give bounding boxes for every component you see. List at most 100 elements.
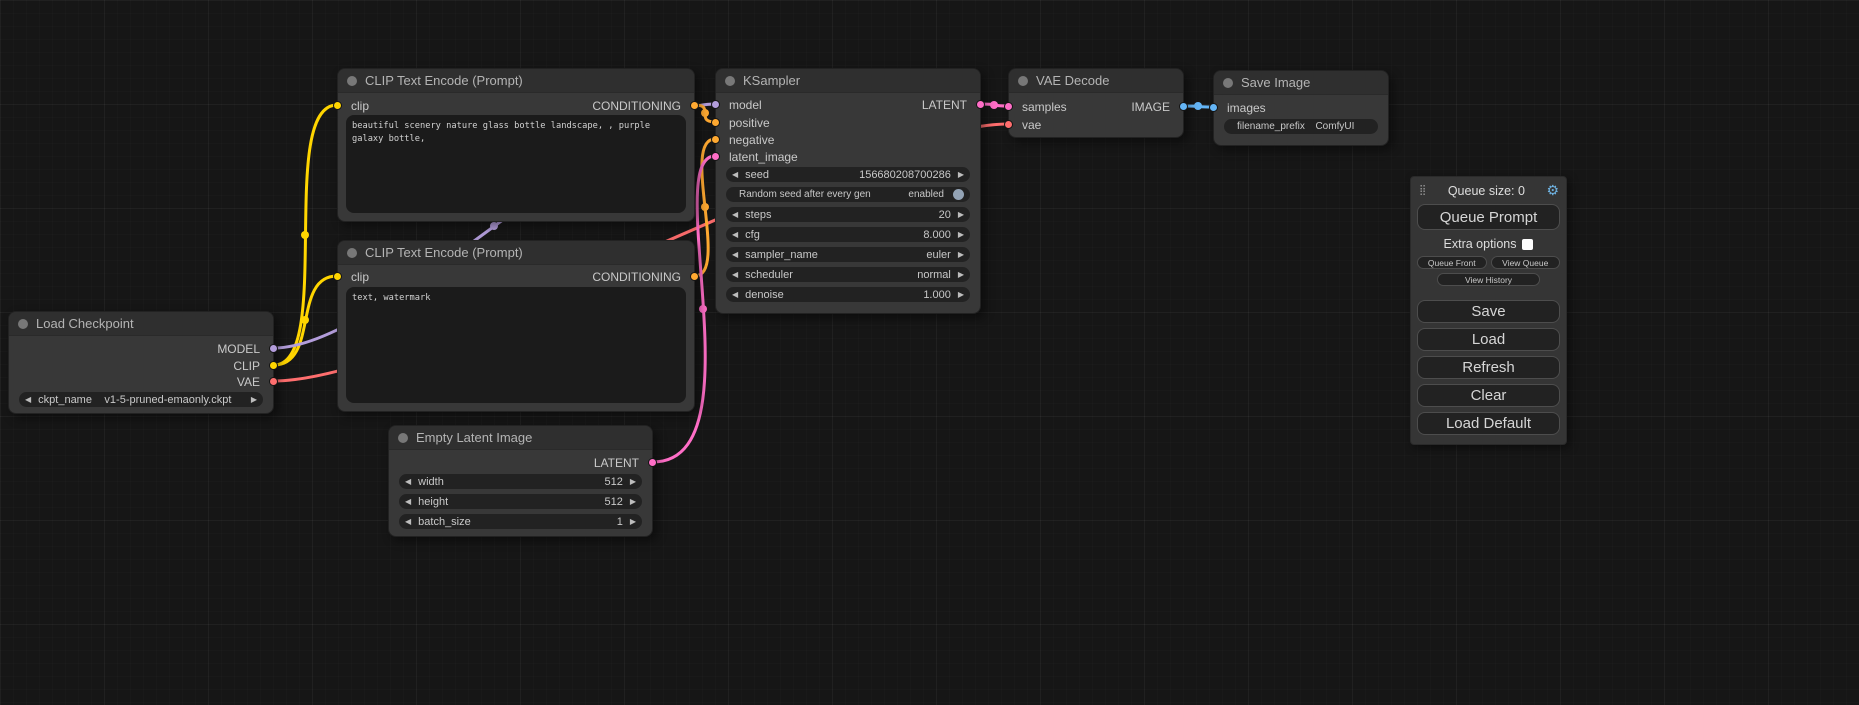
queue-prompt-button[interactable]: Queue Prompt [1417,204,1560,230]
cfg-widget[interactable]: ◀ cfg 8.000 ▶ [726,227,970,242]
clip-input-port[interactable] [333,101,342,110]
seed-widget[interactable]: ◀ seed 156680208700286 ▶ [726,167,970,182]
next-value-arrow-icon[interactable]: ▶ [251,392,257,407]
node-collapse-icon[interactable] [347,76,357,86]
widget-value: normal [917,269,951,281]
load-default-button[interactable]: Load Default [1417,412,1560,435]
node-clip-text-encode-positive[interactable]: CLIP Text Encode (Prompt) clip CONDITION… [337,68,695,222]
node-titlebar[interactable]: KSampler [716,69,980,93]
node-vae-decode[interactable]: VAE Decode samples vae IMAGE [1008,68,1184,138]
decrement-arrow-icon[interactable]: ◀ [732,207,738,222]
node-collapse-icon[interactable] [725,76,735,86]
latent-image-input-port[interactable] [711,152,720,161]
increment-arrow-icon[interactable]: ▶ [630,474,636,489]
node-ksampler[interactable]: KSampler model positive negative latent_… [715,68,981,314]
node-empty-latent-image[interactable]: Empty Latent Image LATENT ◀ width 512 ▶ … [388,425,653,537]
output-row-latent: LATENT [594,456,652,470]
settings-gear-icon[interactable]: ⚙ [1546,182,1559,199]
drag-handle-icon[interactable]: ⣿ [1419,185,1426,196]
output-label: LATENT [594,456,639,470]
widget-value: ComfyUI [1305,121,1365,132]
node-titlebar[interactable]: Save Image [1214,71,1388,95]
conditioning-output-port[interactable] [690,272,699,281]
link-midpoint-dot [1194,102,1202,110]
prev-value-arrow-icon[interactable]: ◀ [25,392,31,407]
graph-canvas[interactable]: Load Checkpoint MODEL CLIP VAE ◀ ckpt_na… [0,0,1859,705]
view-history-button[interactable]: View History [1437,273,1540,286]
node-load-checkpoint[interactable]: Load Checkpoint MODEL CLIP VAE ◀ ckpt_na… [8,311,274,414]
increment-arrow-icon[interactable]: ▶ [630,514,636,529]
node-titlebar[interactable]: CLIP Text Encode (Prompt) [338,241,694,265]
next-value-arrow-icon[interactable]: ▶ [958,267,964,282]
clear-button[interactable]: Clear [1417,384,1560,407]
node-collapse-icon[interactable] [347,248,357,258]
node-titlebar[interactable]: Load Checkpoint [9,312,273,336]
conditioning-output-port[interactable] [690,101,699,110]
decrement-arrow-icon[interactable]: ◀ [732,227,738,242]
decrement-arrow-icon[interactable]: ◀ [405,514,411,529]
filename-prefix-widget[interactable]: filename_prefix ComfyUI [1224,119,1378,134]
output-row-conditioning: CONDITIONING [592,99,694,113]
toggle-knob-icon[interactable] [953,189,964,200]
extra-options-checkbox[interactable] [1522,239,1533,250]
load-button[interactable]: Load [1417,328,1560,351]
refresh-button[interactable]: Refresh [1417,356,1560,379]
prev-value-arrow-icon[interactable]: ◀ [732,247,738,262]
sampler-name-widget[interactable]: ◀ sampler_name euler ▶ [726,247,970,262]
negative-input-port[interactable] [711,135,720,144]
width-widget[interactable]: ◀ width 512 ▶ [399,474,642,489]
denoise-widget[interactable]: ◀ denoise 1.000 ▶ [726,287,970,302]
widget-value: euler [926,249,950,261]
node-titlebar[interactable]: CLIP Text Encode (Prompt) [338,69,694,93]
positive-input-port[interactable] [711,118,720,127]
node-collapse-icon[interactable] [1223,78,1233,88]
image-output-port[interactable] [1179,102,1188,111]
latent-output-port[interactable] [648,458,657,467]
ckpt-name-widget[interactable]: ◀ ckpt_name v1-5-pruned-emaonly.ckpt ▶ [19,392,263,407]
node-titlebar[interactable]: Empty Latent Image [389,426,652,450]
menu-header: ⣿ Queue size: 0 ⚙ [1417,181,1560,200]
model-output-port[interactable] [269,344,278,353]
input-row-model: model [716,98,762,112]
node-collapse-icon[interactable] [398,433,408,443]
increment-arrow-icon[interactable]: ▶ [630,494,636,509]
decrement-arrow-icon[interactable]: ◀ [405,474,411,489]
random-seed-toggle-widget[interactable]: Random seed after every gen enabled [726,187,970,202]
widget-value: 512 [604,476,622,488]
increment-arrow-icon[interactable]: ▶ [958,227,964,242]
model-input-port[interactable] [711,100,720,109]
queue-front-button[interactable]: Queue Front [1417,256,1487,269]
next-value-arrow-icon[interactable]: ▶ [958,247,964,262]
batch-size-widget[interactable]: ◀ batch_size 1 ▶ [399,514,642,529]
node-collapse-icon[interactable] [18,319,28,329]
clip-input-port[interactable] [333,272,342,281]
vae-input-port[interactable] [1004,120,1013,129]
node-clip-text-encode-negative[interactable]: CLIP Text Encode (Prompt) clip CONDITION… [337,240,695,412]
link-midpoint-dot [301,231,309,239]
prompt-text-area[interactable]: text, watermark [346,287,686,403]
vae-output-port[interactable] [269,377,278,386]
increment-arrow-icon[interactable]: ▶ [958,167,964,182]
scheduler-widget[interactable]: ◀ scheduler normal ▶ [726,267,970,282]
view-queue-button[interactable]: View Queue [1491,256,1561,269]
prev-value-arrow-icon[interactable]: ◀ [732,267,738,282]
increment-arrow-icon[interactable]: ▶ [958,207,964,222]
node-titlebar[interactable]: VAE Decode [1009,69,1183,93]
decrement-arrow-icon[interactable]: ◀ [732,167,738,182]
steps-widget[interactable]: ◀ steps 20 ▶ [726,207,970,222]
node-collapse-icon[interactable] [1018,76,1028,86]
comfy-menu-panel[interactable]: ⣿ Queue size: 0 ⚙ Queue Prompt Extra opt… [1410,176,1567,445]
node-title: VAE Decode [1036,73,1109,88]
images-input-port[interactable] [1209,103,1218,112]
samples-input-port[interactable] [1004,102,1013,111]
increment-arrow-icon[interactable]: ▶ [958,287,964,302]
latent-output-port[interactable] [976,100,985,109]
save-button[interactable]: Save [1417,300,1560,323]
decrement-arrow-icon[interactable]: ◀ [405,494,411,509]
node-save-image[interactable]: Save Image images filename_prefix ComfyU… [1213,70,1389,146]
prompt-text-area[interactable]: beautiful scenery nature glass bottle la… [346,115,686,213]
height-widget[interactable]: ◀ height 512 ▶ [399,494,642,509]
clip-output-port[interactable] [269,361,278,370]
link-midpoint-dot [701,109,709,117]
decrement-arrow-icon[interactable]: ◀ [732,287,738,302]
